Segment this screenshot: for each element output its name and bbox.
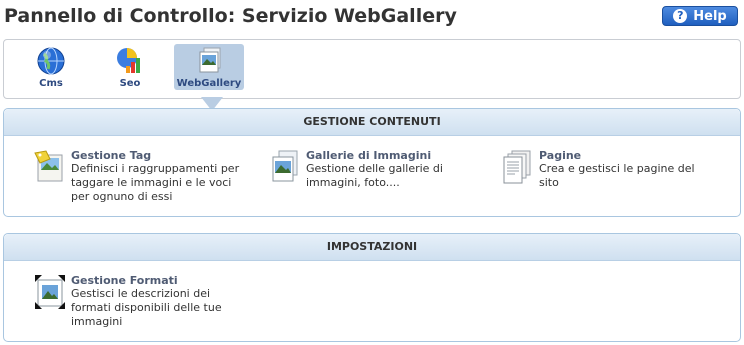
item-title: Gestione Tag — [71, 149, 152, 162]
tab-webgallery[interactable]: WebGallery — [174, 44, 244, 90]
gallery-icon — [199, 47, 221, 73]
item-pagine[interactable]: Pagine Crea e gestisci le pagine del sit… — [502, 149, 712, 209]
section-title: IMPOSTAZIONI — [4, 234, 740, 261]
item-description: Gestione delle gallerie di immagini, fot… — [306, 162, 443, 189]
item-title: Pagine — [539, 149, 582, 162]
item-description: Gestisci le descrizioni dei formati disp… — [71, 287, 222, 328]
section-impostazioni: IMPOSTAZIONI Gestione Formati Gestisci l… — [3, 233, 741, 342]
tag-icon — [34, 150, 63, 182]
tab-seo[interactable]: Seo — [95, 44, 165, 90]
help-button[interactable]: ? Help — [662, 6, 738, 26]
tab-label: WebGallery — [176, 78, 242, 89]
item-gestione-formati[interactable]: Gestione Formati Gestisci le descrizioni… — [34, 274, 244, 336]
tab-label: Cms — [39, 78, 63, 89]
image-gallery-icon — [272, 150, 298, 182]
item-gallerie-di-immagini[interactable]: Gallerie di Immagini Gestione delle gall… — [269, 149, 479, 209]
tab-label: Seo — [119, 78, 141, 89]
page-title: Pannello di Controllo: Servizio WebGalle… — [4, 5, 457, 27]
tab-cms[interactable]: Cms — [16, 44, 86, 90]
resize-image-icon — [35, 275, 65, 309]
pages-icon — [503, 150, 531, 184]
globe-icon — [37, 47, 65, 75]
help-label: Help — [693, 8, 727, 24]
seo-chart-icon — [117, 48, 140, 73]
item-title: Gestione Formati — [71, 274, 178, 287]
item-gestione-tag[interactable]: Gestione Tag Definisci i raggruppamenti … — [34, 149, 244, 209]
section-gestione-contenuti: GESTIONE CONTENUTI Gestione Tag Definisc… — [3, 108, 741, 217]
service-tabbar: Cms Seo WebGallery — [3, 39, 741, 99]
item-description: Definisci i raggruppamenti per taggare l… — [71, 162, 240, 203]
question-icon: ? — [673, 9, 688, 23]
item-description: Crea e gestisci le pagine del sito — [539, 162, 695, 189]
item-title: Gallerie di Immagini — [306, 149, 432, 162]
section-title: GESTIONE CONTENUTI — [4, 109, 740, 136]
